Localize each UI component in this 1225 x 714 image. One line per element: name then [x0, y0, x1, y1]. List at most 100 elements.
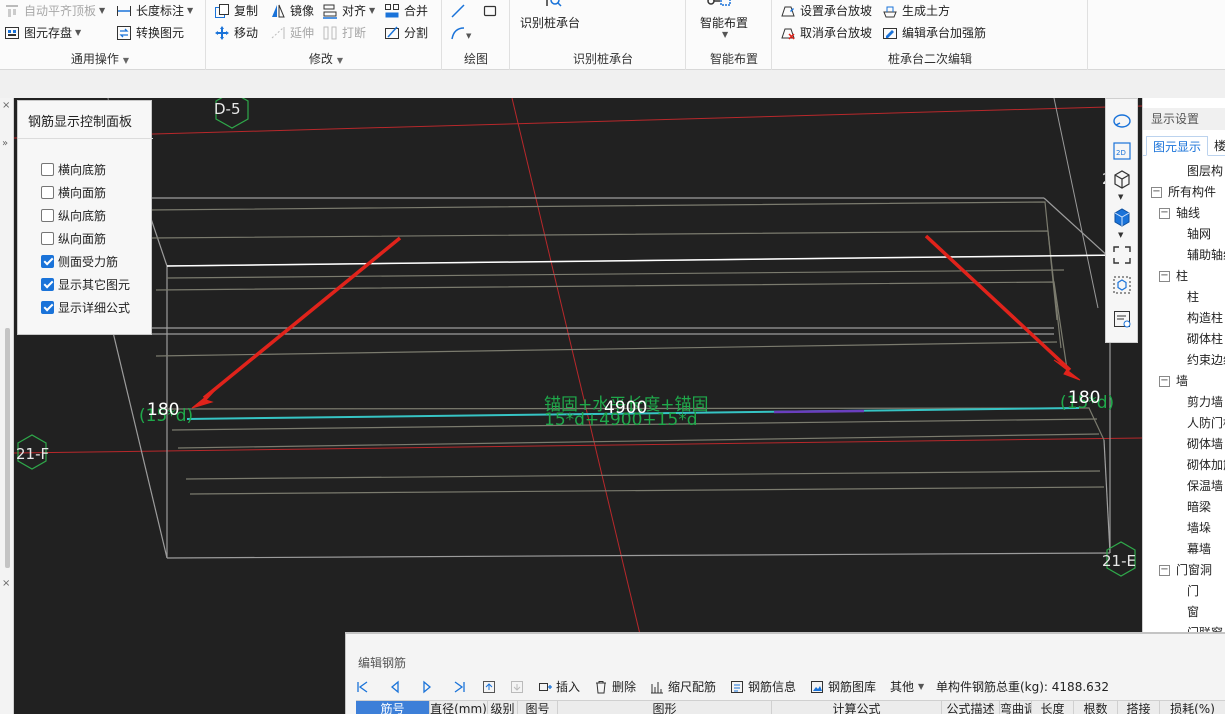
collapse-toggle-icon[interactable]: −: [1159, 207, 1170, 219]
tree-node[interactable]: 门: [1187, 581, 1199, 601]
split-button[interactable]: 分割: [384, 24, 428, 42]
table-column-header[interactable]: 计算公式: [772, 701, 942, 714]
tree-node[interactable]: 辅助轴线: [1187, 245, 1225, 265]
tree-node[interactable]: − 门窗洞: [1159, 560, 1212, 580]
ribbon-group-label-modify[interactable]: 修改 ▼: [276, 51, 376, 67]
line-draw-icon[interactable]: [450, 3, 466, 19]
copy-button[interactable]: 复制: [214, 2, 258, 20]
other-menu-button[interactable]: 其他 ▼: [890, 679, 924, 695]
last-record-button[interactable]: [452, 679, 470, 695]
tree-node[interactable]: 剪力墙: [1187, 392, 1223, 412]
mirror-button[interactable]: 镜像: [270, 2, 314, 20]
close-icon[interactable]: ×: [2, 100, 10, 111]
tree-node[interactable]: 约束边缘: [1187, 350, 1225, 370]
table-column-header[interactable]: 搭接: [1118, 701, 1160, 714]
insert-button[interactable]: 插入: [538, 679, 580, 695]
tree-node[interactable]: 砌体加筋: [1187, 455, 1225, 475]
edit-cap-rebar-button[interactable]: 编辑承台加强筋: [882, 24, 986, 42]
checkbox-checked-icon[interactable]: [41, 254, 54, 268]
table-column-header[interactable]: 筋号: [356, 701, 430, 714]
scale-rebar-button[interactable]: 缩尺配筋: [650, 679, 716, 695]
arc-draw-icon[interactable]: ▼: [450, 25, 472, 41]
rebar-option-checkbox[interactable]: 显示详细公式: [41, 299, 130, 315]
tree-node[interactable]: 墙垛: [1187, 518, 1211, 538]
collapse-icon[interactable]: »: [2, 138, 8, 149]
rebar-option-checkbox[interactable]: 横向底筋: [41, 161, 106, 177]
delete-button[interactable]: 删除: [594, 679, 636, 695]
collapse-toggle-icon[interactable]: −: [1159, 270, 1170, 282]
first-record-button[interactable]: [356, 679, 374, 695]
tree-node[interactable]: 保温墙: [1187, 476, 1223, 496]
collapse-toggle-icon[interactable]: −: [1151, 186, 1162, 198]
selection-box-icon[interactable]: [1112, 275, 1132, 295]
3d-solid-icon[interactable]: [1112, 207, 1132, 227]
extend-button[interactable]: 延伸: [270, 24, 314, 42]
align-button[interactable]: 对齐 ▼: [322, 2, 375, 20]
orbit-icon[interactable]: [1112, 111, 1132, 131]
tree-node[interactable]: 柱: [1187, 287, 1199, 307]
table-column-header[interactable]: 公式描述: [942, 701, 1000, 714]
tree-node[interactable]: 窗: [1187, 602, 1199, 622]
fit-view-icon[interactable]: [1112, 245, 1132, 265]
table-column-header[interactable]: 根数: [1074, 701, 1118, 714]
tree-node[interactable]: 人防门框: [1187, 413, 1225, 433]
table-column-header[interactable]: 直径(mm): [430, 701, 488, 714]
smart-layout-dropdown-icon[interactable]: ▼: [722, 30, 728, 39]
table-column-header[interactable]: 图号: [518, 701, 558, 714]
chevron-down-icon[interactable]: ▼: [1118, 193, 1123, 201]
tree-node[interactable]: 砌体柱: [1187, 329, 1223, 349]
move-button[interactable]: 移动: [214, 24, 258, 42]
2d-view-icon[interactable]: 2D: [1112, 141, 1132, 161]
table-column-header[interactable]: 弯曲调整: [1000, 701, 1032, 714]
table-column-header[interactable]: 长度: [1032, 701, 1074, 714]
3d-box-icon[interactable]: [1112, 169, 1132, 189]
auto-align-top-button[interactable]: 自动平齐顶板 ▼: [4, 2, 105, 20]
tree-node[interactable]: − 所有构件: [1151, 182, 1216, 202]
identify-cap-button[interactable]: 识别桩承台: [520, 14, 580, 31]
rebar-option-checkbox[interactable]: 显示其它图元: [41, 276, 130, 292]
rebar-info-button[interactable]: 钢筋信息: [730, 679, 796, 695]
drawing-viewport[interactable]: D-5 21-F 21-E 2 (15*d) 180 锚固+水平长度+锚固 15…: [14, 98, 1142, 714]
move-up-button[interactable]: [482, 679, 500, 695]
scrollbar[interactable]: [5, 328, 10, 568]
rebar-option-checkbox[interactable]: 纵向底筋: [41, 207, 106, 223]
table-column-header[interactable]: 图形: [558, 701, 772, 714]
move-down-button[interactable]: [510, 679, 528, 695]
rebar-option-checkbox[interactable]: 侧面受力筋: [41, 253, 118, 269]
tab-floor-display[interactable]: 楼: [1208, 136, 1225, 156]
tree-node[interactable]: 砌体墙: [1187, 434, 1223, 454]
tree-node[interactable]: 轴网: [1187, 224, 1211, 244]
tree-node[interactable]: − 轴线: [1159, 203, 1200, 223]
tree-node[interactable]: − 柱: [1159, 266, 1188, 286]
length-dim-button[interactable]: 长度标注 ▼: [116, 2, 193, 20]
collapse-toggle-icon[interactable]: −: [1159, 375, 1170, 387]
next-record-button[interactable]: [420, 679, 438, 695]
rebar-option-checkbox[interactable]: 横向面筋: [41, 184, 106, 200]
tree-node[interactable]: 构造柱: [1187, 308, 1223, 328]
checkbox-unchecked-icon[interactable]: [41, 231, 54, 245]
convert-element-button[interactable]: 转换图元: [116, 24, 184, 42]
cancel-slope-button[interactable]: 取消承台放坡: [780, 24, 872, 42]
tree-node[interactable]: 幕墙: [1187, 539, 1211, 559]
smart-layout-button[interactable]: 智能布置: [700, 14, 748, 31]
merge-button[interactable]: 合并: [384, 2, 428, 20]
set-slope-button[interactable]: 设置承台放坡: [780, 2, 872, 20]
checkbox-unchecked-icon[interactable]: [41, 162, 54, 176]
collapse-toggle-icon[interactable]: −: [1159, 564, 1170, 576]
checkbox-unchecked-icon[interactable]: [41, 208, 54, 222]
save-element-button[interactable]: 图元存盘 ▼: [4, 24, 81, 42]
checkbox-unchecked-icon[interactable]: [41, 185, 54, 199]
break-button[interactable]: 打断: [322, 24, 366, 42]
ribbon-group-label-common[interactable]: 通用操作 ▼: [30, 51, 170, 67]
generate-earthwork-button[interactable]: 生成土方: [882, 2, 950, 20]
close-icon[interactable]: ×: [2, 578, 10, 589]
checkbox-checked-icon[interactable]: [41, 300, 54, 314]
table-column-header[interactable]: 损耗(%): [1160, 701, 1225, 714]
prev-record-button[interactable]: [388, 679, 406, 695]
checkbox-checked-icon[interactable]: [41, 277, 54, 291]
chevron-down-icon[interactable]: ▼: [1118, 231, 1123, 239]
properties-list-icon[interactable]: [1112, 309, 1132, 329]
tab-element-display[interactable]: 图元显示: [1146, 136, 1209, 156]
rebar-library-button[interactable]: 钢筋图库: [810, 679, 876, 695]
tree-node[interactable]: 暗梁: [1187, 497, 1211, 517]
